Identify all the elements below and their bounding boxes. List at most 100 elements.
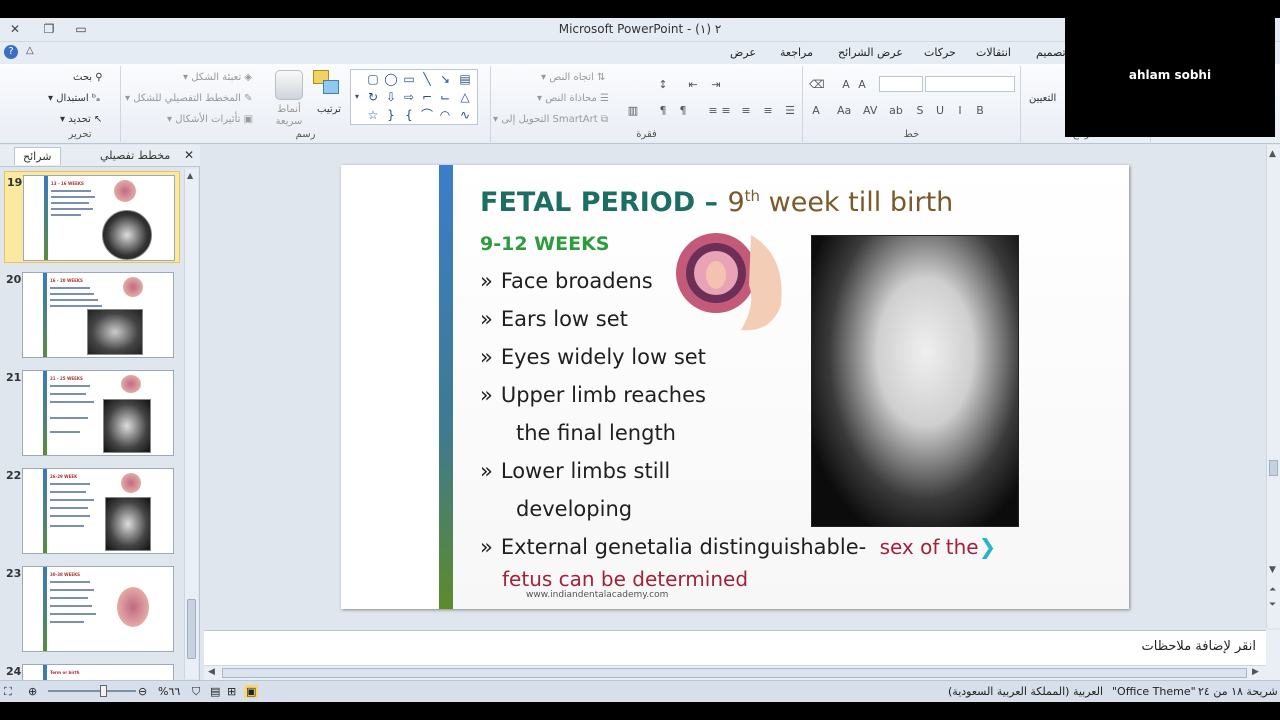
- font-size-select[interactable]: [879, 76, 923, 92]
- bullets-icon[interactable]: ☰: [783, 104, 797, 118]
- rtl-icon[interactable]: ¶: [676, 104, 690, 118]
- tab-animations[interactable]: حركات: [924, 46, 956, 59]
- increase-indent-icon[interactable]: ⇥: [709, 78, 723, 92]
- normal-view-icon[interactable]: ▣: [244, 685, 259, 698]
- bullet-upper-limb[interactable]: » Upper limb reaches: [480, 383, 706, 407]
- scroll-up-icon[interactable]: ▲: [1269, 149, 1276, 159]
- line-icon[interactable]: ╲: [419, 72, 435, 86]
- textbox-icon[interactable]: ▤: [457, 72, 473, 86]
- replace-button[interactable]: ▾ استبدال ᵇₐ: [48, 93, 100, 104]
- scroll-down-icon[interactable]: ▼: [1269, 565, 1276, 575]
- grow-font-icon[interactable]: A: [855, 78, 869, 92]
- minimize-ribbon-icon[interactable]: △: [26, 45, 34, 56]
- zoom-in-icon[interactable]: ⊕: [28, 685, 37, 698]
- tab-outline-panel[interactable]: مخطط تفصيلي: [100, 149, 170, 162]
- font-name-select[interactable]: [925, 76, 1015, 92]
- slide-thumbnail-19[interactable]: 19 13 - 16 WEEKS: [4, 171, 180, 263]
- bold-icon[interactable]: B: [973, 104, 987, 118]
- align-left-icon[interactable]: ≡: [761, 104, 775, 118]
- char-spacing-icon[interactable]: AV: [863, 104, 877, 118]
- shape-outline-button[interactable]: ▾ المخطط التفصيلي للشكل ✎: [125, 93, 253, 104]
- circle-arrow-icon[interactable]: ↻: [365, 90, 381, 104]
- align-right-icon[interactable]: ≡: [719, 104, 733, 118]
- gallery-more-icon[interactable]: ▾: [351, 90, 363, 104]
- italic-icon[interactable]: I: [953, 104, 967, 118]
- quick-styles-icon[interactable]: [275, 70, 303, 100]
- bullet-external-genitalia-cont[interactable]: fetus can be determined: [502, 567, 748, 591]
- fit-to-window-icon[interactable]: ⛶: [4, 685, 12, 699]
- ltr-icon[interactable]: ¶: [656, 104, 670, 118]
- notes-pane[interactable]: انقر لإضافة ملاحظات: [204, 630, 1266, 665]
- scroll-up-icon[interactable]: ▲: [187, 171, 193, 180]
- tab-view[interactable]: عرض: [730, 46, 756, 59]
- thumbnail-scroll-thumb[interactable]: [187, 599, 196, 659]
- bullet-lower-limbs-cont[interactable]: developing: [516, 497, 632, 521]
- curve-icon[interactable]: ⌒: [419, 108, 435, 122]
- align-text-button[interactable]: ▾ محاذاة النص ☰: [537, 93, 609, 104]
- rounded-rectangle-icon[interactable]: ▢: [365, 72, 381, 86]
- shape-effects-button[interactable]: ▾ تأثيرات الأشكال ▣: [167, 114, 253, 125]
- shape-fill-button[interactable]: ▾ تعبئة الشكل ◈: [183, 72, 252, 83]
- zoom-slider[interactable]: [48, 690, 136, 692]
- tab-review[interactable]: مراجعة: [780, 46, 813, 59]
- zoom-out-icon[interactable]: ⊖: [138, 685, 147, 698]
- thumbnail-scrollbar[interactable]: ▲: [184, 169, 198, 679]
- triangle-icon[interactable]: △: [457, 90, 473, 104]
- bullet-ears-low-set[interactable]: » Ears low set: [480, 307, 628, 331]
- current-slide[interactable]: FETAL PERIOD – 9th week till birth 9-12 …: [341, 165, 1129, 609]
- horizontal-scroll-thumb[interactable]: [222, 668, 1247, 678]
- brace-left-icon[interactable]: {: [401, 108, 417, 122]
- slide-thumbnail-22[interactable]: 22 26-29 WEEK: [4, 465, 180, 557]
- smartart-button[interactable]: ▾ التحويل إلى SmartArt ⧉: [493, 114, 608, 125]
- shadow-icon[interactable]: S: [913, 104, 927, 118]
- arrange-icon[interactable]: [313, 70, 341, 98]
- editor-scroll-thumb[interactable]: [1269, 460, 1278, 476]
- freeform-icon[interactable]: ∿: [457, 108, 473, 122]
- text-direction-button[interactable]: ▾ اتجاه النص ⇅: [541, 72, 605, 83]
- slide-thumbnail-20[interactable]: 20 16 - 20 WEEKS: [4, 269, 180, 361]
- help-icon[interactable]: ?: [4, 45, 18, 59]
- reading-view-icon[interactable]: ▤: [210, 685, 220, 698]
- bullet-eyes-widely[interactable]: » Eyes widely low set: [480, 345, 706, 369]
- columns-icon[interactable]: ▥: [626, 104, 640, 118]
- tab-slides-panel[interactable]: شرائح: [14, 147, 61, 165]
- bullet-lower-limbs[interactable]: » Lower limbs still: [480, 459, 670, 483]
- shapes-gallery[interactable]: ▢ ◯ ▭ ╲ ↘ ▤ ↻ ⇩ ⇨ ⌐ ⌙ △ ☆ } { ⌒ ◠ ∿ ▾: [350, 69, 478, 125]
- elbow-connector-icon[interactable]: ⌐: [419, 90, 435, 104]
- slide-thumbnail-21[interactable]: 21 21 - 25 WEEKS: [4, 367, 180, 459]
- arc-icon[interactable]: ◠: [437, 108, 453, 122]
- justify-icon[interactable]: ≡: [706, 104, 720, 118]
- decrease-indent-icon[interactable]: ⇤: [686, 78, 700, 92]
- elbow-arrow-icon[interactable]: ⌙: [437, 90, 453, 104]
- down-arrow-icon[interactable]: ⇩: [383, 90, 399, 104]
- oval-icon[interactable]: ◯: [383, 72, 399, 86]
- bullet-external-genitalia[interactable]: » External genetalia distinguishable- sex…: [480, 535, 996, 559]
- align-center-icon[interactable]: ≡: [739, 104, 753, 118]
- close-panel-icon[interactable]: ✕: [184, 148, 194, 162]
- horizontal-scrollbar[interactable]: ◀ ▶: [204, 665, 1266, 680]
- slide-subtitle[interactable]: 9-12 WEEKS: [480, 233, 609, 255]
- line-arrow-icon[interactable]: ↘: [437, 72, 453, 86]
- zoom-level[interactable]: %٦٦: [158, 685, 180, 698]
- select-button[interactable]: ▾ تحديد ↖: [60, 114, 102, 125]
- shrink-font-icon[interactable]: A: [839, 78, 853, 92]
- next-slide-icon[interactable]: ⏷: [1269, 600, 1276, 610]
- bullet-upper-limb-cont[interactable]: the final length: [516, 421, 676, 445]
- star-icon[interactable]: ☆: [365, 108, 381, 122]
- slideshow-view-icon[interactable]: ⛉: [192, 685, 200, 699]
- tab-transitions[interactable]: انتقالات: [976, 46, 1011, 59]
- slide-thumbnail-23[interactable]: 23 30-38 WEEKS: [4, 563, 180, 655]
- strikethrough-icon[interactable]: ab: [889, 104, 903, 118]
- slide-sorter-icon[interactable]: ⊞: [227, 685, 236, 698]
- clear-format-icon[interactable]: ⌫: [809, 78, 825, 92]
- tab-slideshow[interactable]: عرض الشرائح: [838, 46, 903, 59]
- bullet-face-broadens[interactable]: » Face broadens: [480, 269, 653, 293]
- notes-scrollbar[interactable]: [1266, 630, 1280, 680]
- find-button[interactable]: بحث ⚲: [73, 72, 103, 83]
- slide-title[interactable]: FETAL PERIOD – 9th week till birth: [480, 187, 953, 218]
- font-color-icon[interactable]: A: [809, 104, 823, 118]
- slide-thumbnail-24[interactable]: 24 Term or birth: [4, 661, 180, 681]
- zoom-slider-knob[interactable]: [100, 685, 107, 697]
- previous-slide-icon[interactable]: ⏶: [1269, 585, 1276, 595]
- change-case-icon[interactable]: Aa: [837, 104, 851, 118]
